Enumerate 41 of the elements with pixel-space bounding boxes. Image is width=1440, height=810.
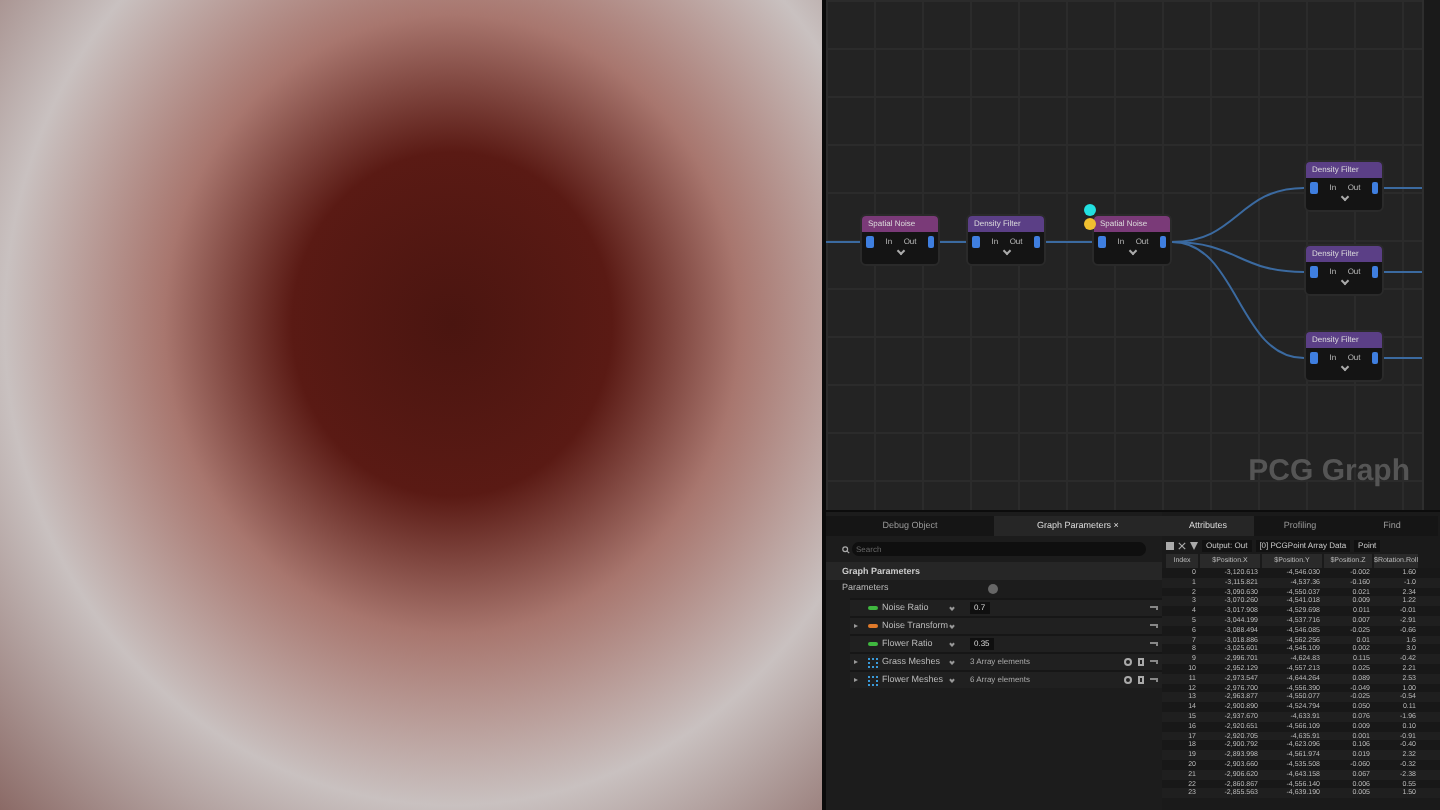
input-pin-icon[interactable]	[972, 236, 980, 248]
chevron-icon[interactable]	[895, 246, 905, 256]
delete-icon[interactable]	[1138, 658, 1144, 666]
chevron-icon[interactable]	[1339, 276, 1349, 286]
add-icon[interactable]	[988, 584, 999, 594]
connector-wire	[1383, 357, 1422, 359]
output-pin-icon[interactable]	[1372, 266, 1378, 278]
delete-icon[interactable]	[1138, 676, 1144, 684]
output-pin-icon[interactable]	[1034, 236, 1040, 248]
expand-arrow-icon[interactable]	[854, 678, 858, 682]
output-pin-icon[interactable]	[1372, 182, 1378, 194]
add-element-icon[interactable]	[1124, 658, 1132, 666]
debug-markers[interactable]	[1084, 204, 1096, 230]
connector-wire	[1045, 241, 1093, 243]
input-pin-icon[interactable]	[866, 236, 874, 248]
connector-wire	[1383, 271, 1422, 273]
input-pin-icon[interactable]	[1098, 236, 1106, 248]
terrain-viewport[interactable]	[0, 0, 822, 810]
caret-icon[interactable]	[949, 659, 955, 665]
expand-arrow-icon[interactable]	[854, 660, 858, 664]
chevron-icon[interactable]	[1339, 362, 1349, 372]
output-pin-icon[interactable]	[1160, 236, 1166, 248]
caret-icon[interactable]	[949, 605, 955, 611]
input-pin-icon[interactable]	[1310, 266, 1318, 278]
caret-icon[interactable]	[949, 677, 955, 683]
connector-wire	[826, 241, 861, 243]
connector-wire	[939, 241, 967, 243]
chevron-icon[interactable]	[1127, 246, 1137, 256]
add-element-icon[interactable]	[1124, 676, 1132, 684]
close-icon[interactable]	[1178, 541, 1186, 549]
caret-icon[interactable]	[949, 623, 955, 629]
search-icon	[842, 545, 850, 553]
output-pin-icon[interactable]	[1372, 352, 1378, 364]
chevron-icon[interactable]	[1001, 246, 1011, 256]
expand-arrow-icon[interactable]	[854, 624, 858, 628]
connector-wire	[1383, 187, 1422, 189]
caret-icon[interactable]	[949, 641, 955, 647]
input-pin-icon[interactable]	[1310, 352, 1318, 364]
input-pin-icon[interactable]	[1310, 182, 1318, 194]
chevron-icon[interactable]	[1339, 192, 1349, 202]
output-pin-icon[interactable]	[928, 236, 934, 248]
